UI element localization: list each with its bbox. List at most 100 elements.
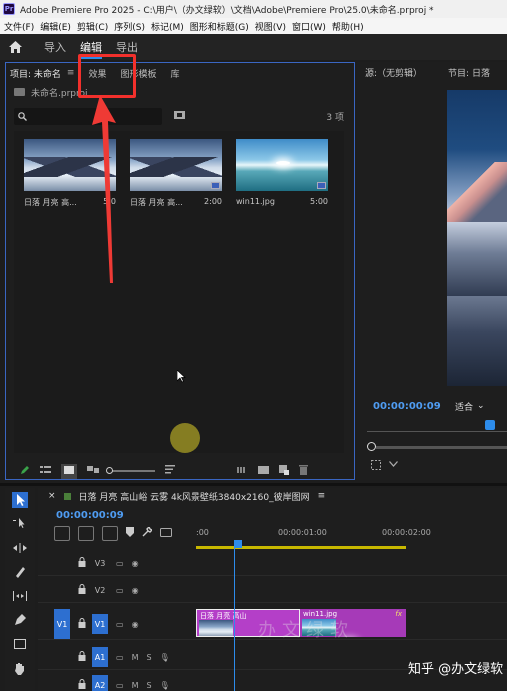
thumbnail-size-slider[interactable] xyxy=(106,467,155,474)
track-v3: V3 ▭ ◉ xyxy=(38,550,507,576)
new-item-icon[interactable] xyxy=(279,464,289,478)
snap-icon[interactable] xyxy=(78,526,94,541)
media-grid: 日落 月亮 高... 5:0 日落 月亮 高... 2:00 win11.jpg… xyxy=(14,131,344,453)
clip-thumbnail[interactable] xyxy=(236,139,328,191)
mute-button[interactable]: M xyxy=(132,653,139,662)
search-row: 3 项 xyxy=(14,107,344,125)
track-label[interactable]: A1 xyxy=(92,647,108,667)
microphone-icon[interactable]: 🎙 xyxy=(160,681,170,690)
eye-icon[interactable]: ◉ xyxy=(132,559,139,568)
tab-libraries[interactable]: 库 xyxy=(170,67,179,80)
pencil-icon[interactable] xyxy=(20,465,30,478)
lock-icon[interactable] xyxy=(78,679,86,691)
source-patch-v1[interactable]: V1 xyxy=(54,609,70,639)
work-area-bar[interactable] xyxy=(196,546,406,549)
tab-project[interactable]: 项目: 未命名 xyxy=(10,67,61,80)
linked-selection-icon[interactable] xyxy=(102,526,118,541)
track-label[interactable]: V3 xyxy=(92,553,108,573)
clip-thumbnail[interactable] xyxy=(130,139,222,191)
find-icon[interactable] xyxy=(258,465,269,477)
timeline-playhead[interactable] xyxy=(234,540,242,548)
title-bar: Pr Adobe Premiere Pro 2025 - C:\用户\（办文绿软… xyxy=(0,0,507,18)
eye-icon[interactable]: ◉ xyxy=(132,586,139,595)
media-item[interactable]: win11.jpg 5:00 xyxy=(236,139,328,206)
program-zoom-scrollbar[interactable] xyxy=(367,440,507,452)
new-bin-icon[interactable] xyxy=(174,110,185,122)
fit-zoom-select[interactable]: 适合 ⌄ xyxy=(453,398,507,414)
delete-icon[interactable] xyxy=(299,464,308,478)
media-item[interactable]: 日落 月亮 高... 2:00 xyxy=(130,139,222,208)
tab-import[interactable]: 导入 xyxy=(44,35,66,59)
lock-icon[interactable] xyxy=(78,618,86,630)
program-timecode[interactable]: 00:00:00:09 xyxy=(373,401,441,412)
overlay-watermark: 办文绿软 xyxy=(258,620,354,641)
sync-lock-icon[interactable]: ▭ xyxy=(116,620,124,629)
sync-lock-icon[interactable]: ▭ xyxy=(116,586,124,595)
timeline-ruler[interactable]: :00 00:00:01:00 00:00:02:00 xyxy=(196,524,507,549)
menu-view[interactable]: 视图(V) xyxy=(255,20,286,33)
track-select-tool[interactable] xyxy=(5,512,35,536)
wrench-icon[interactable] xyxy=(142,525,154,540)
program-video-frame xyxy=(447,90,507,386)
home-icon[interactable] xyxy=(0,41,30,53)
captions-icon[interactable] xyxy=(160,527,172,540)
menu-edit[interactable]: 编辑(E) xyxy=(40,20,71,33)
program-playhead[interactable] xyxy=(485,420,495,430)
track-label[interactable]: V1 xyxy=(92,614,108,634)
menu-help[interactable]: 帮助(H) xyxy=(332,20,364,33)
razor-tool[interactable] xyxy=(5,560,35,584)
folder-icon xyxy=(14,88,25,96)
eye-icon[interactable]: ◉ xyxy=(132,620,139,629)
sync-lock-icon[interactable]: ▭ xyxy=(116,559,124,568)
insert-sequence-icon[interactable] xyxy=(54,526,70,541)
effects-tab-highlight xyxy=(78,54,136,98)
red-arrow-icon xyxy=(92,95,116,283)
sync-lock-icon[interactable]: ▭ xyxy=(116,681,124,690)
slip-tool[interactable] xyxy=(5,584,35,608)
safe-margins-icon[interactable] xyxy=(371,460,381,473)
premiere-logo-icon: Pr xyxy=(3,3,15,15)
lock-icon[interactable] xyxy=(78,584,86,596)
tab-source-monitor[interactable]: 源:（无剪辑） xyxy=(365,66,422,79)
microphone-icon[interactable]: 🎙 xyxy=(160,653,170,662)
sort-icon[interactable] xyxy=(165,465,175,477)
sync-lock-icon[interactable]: ▭ xyxy=(116,653,124,662)
menu-window[interactable]: 窗口(W) xyxy=(292,20,326,33)
selection-tool[interactable] xyxy=(5,488,35,512)
tab-program-monitor[interactable]: 节目: 日落 xyxy=(448,66,490,79)
sequence-color-icon xyxy=(63,492,71,500)
menu-markers[interactable]: 标记(M) xyxy=(151,20,184,33)
add-marker-icon[interactable] xyxy=(126,527,134,540)
solo-button[interactable]: S xyxy=(146,653,151,662)
menu-file[interactable]: 文件(F) xyxy=(4,20,34,33)
panel-menu-icon[interactable]: ≡ xyxy=(318,491,326,501)
hand-tool[interactable] xyxy=(5,656,35,680)
close-icon[interactable]: × xyxy=(48,491,56,501)
list-view-icon[interactable] xyxy=(40,465,51,477)
automate-to-sequence-icon[interactable] xyxy=(237,465,248,477)
icon-view-icon[interactable] xyxy=(61,463,77,479)
chevron-down-icon: ⌄ xyxy=(477,401,485,411)
rectangle-tool[interactable] xyxy=(5,632,35,656)
panel-menu-icon[interactable]: ≡ xyxy=(67,68,75,78)
timeline-timecode[interactable]: 00:00:00:09 xyxy=(56,510,124,521)
chevron-down-icon[interactable] xyxy=(389,460,398,473)
track-label[interactable]: V2 xyxy=(92,580,108,600)
clip-name: 日落 月亮 高... xyxy=(130,198,183,207)
pen-tool[interactable] xyxy=(5,608,35,632)
menu-sequence[interactable]: 序列(S) xyxy=(114,20,145,33)
timeline-tab[interactable]: × 日落 月亮 高山峪 云雾 4k风景壁纸3840x2160_彼岸图网 ≡ xyxy=(38,488,507,504)
freeform-view-icon[interactable] xyxy=(87,465,99,477)
menu-clip[interactable]: 剪辑(C) xyxy=(77,20,108,33)
lock-icon[interactable] xyxy=(78,557,86,569)
fit-value: 适合 xyxy=(455,402,474,413)
mute-button[interactable]: M xyxy=(132,681,139,690)
menu-graphics[interactable]: 图形和标题(G) xyxy=(190,20,249,33)
lock-icon[interactable] xyxy=(78,651,86,663)
ripple-edit-tool[interactable] xyxy=(5,536,35,560)
track-label[interactable]: A2 xyxy=(92,675,108,691)
monitor-panel: 源:（无剪辑） 节目: 日落 00:00:00:09 适合 ⌄ xyxy=(357,62,507,480)
solo-button[interactable]: S xyxy=(146,681,151,690)
tools-panel xyxy=(5,488,35,691)
playhead-line xyxy=(234,548,235,691)
